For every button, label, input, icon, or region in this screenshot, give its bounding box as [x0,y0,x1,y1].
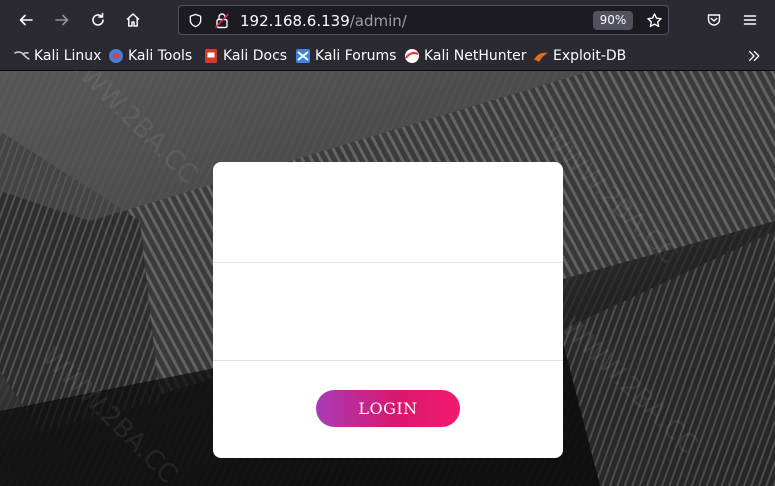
shield-icon [189,13,202,28]
bookmarks-toolbar: Kali Linux Kali Tools Kali Docs Kali For… [0,40,775,71]
url-path: /admin/ [349,12,407,30]
bookmark-label: Kali Docs [223,48,288,64]
url-host: 192.168.6.139 [240,12,350,30]
browser-toolbar: 192.168.6.139/admin/ 90% [0,0,775,40]
url-text[interactable]: 192.168.6.139/admin/ [240,12,407,30]
bookmark-label: Kali NetHunter [424,48,527,64]
kali-forums-icon [296,49,310,63]
bookmark-kali-forums[interactable]: Kali Forums [295,46,396,66]
bookmark-kali-tools[interactable]: Kali Tools [108,46,192,66]
bookmarks-overflow-button[interactable] [740,42,768,70]
app-menu-button[interactable] [736,6,764,34]
bookmark-label: Kali Linux [34,48,102,64]
hamburger-menu-icon [743,15,757,25]
insecure-lock-icon[interactable] [214,12,230,29]
bookmark-label: Exploit-DB [553,48,627,64]
zoom-level-badge[interactable]: 90% [593,11,633,30]
bookmark-kali-linux[interactable]: Kali Linux [14,46,101,66]
reload-button[interactable] [84,6,112,34]
bookmark-label: Kali Forums [315,48,397,64]
arrow-right-icon [55,14,69,26]
reload-icon [92,12,104,26]
kali-docs-icon [205,49,217,63]
login-card: LOGIN [213,162,563,458]
username-input[interactable] [213,162,563,263]
kali-dragon-icon [14,51,30,60]
chevron-double-right-icon [748,50,760,62]
home-icon [126,13,140,27]
password-input[interactable] [213,263,563,361]
arrow-left-icon [19,14,33,26]
pocket-icon [707,14,721,26]
bookmark-kali-nethunter[interactable]: Kali NetHunter [404,46,526,66]
kali-nethunter-icon [405,49,419,63]
url-bar[interactable]: 192.168.6.139/admin/ 90% [178,5,669,35]
home-button[interactable] [119,6,147,34]
forward-button[interactable] [48,6,76,34]
page-content: WWW.2BA.CC WWW.2BA.CC WWW.2BA.CC WWW.2BA… [0,71,775,486]
bookmark-exploit-db[interactable]: Exploit-DB [533,46,626,66]
bookmark-kali-docs[interactable]: Kali Docs [203,46,287,66]
kali-tools-icon [109,49,123,63]
pocket-button[interactable] [700,6,728,34]
bookmark-label: Kali Tools [128,48,193,64]
back-button[interactable] [12,6,40,34]
login-button[interactable]: LOGIN [316,390,460,427]
exploit-db-icon [534,52,548,62]
bookmark-star-icon[interactable] [646,12,663,29]
